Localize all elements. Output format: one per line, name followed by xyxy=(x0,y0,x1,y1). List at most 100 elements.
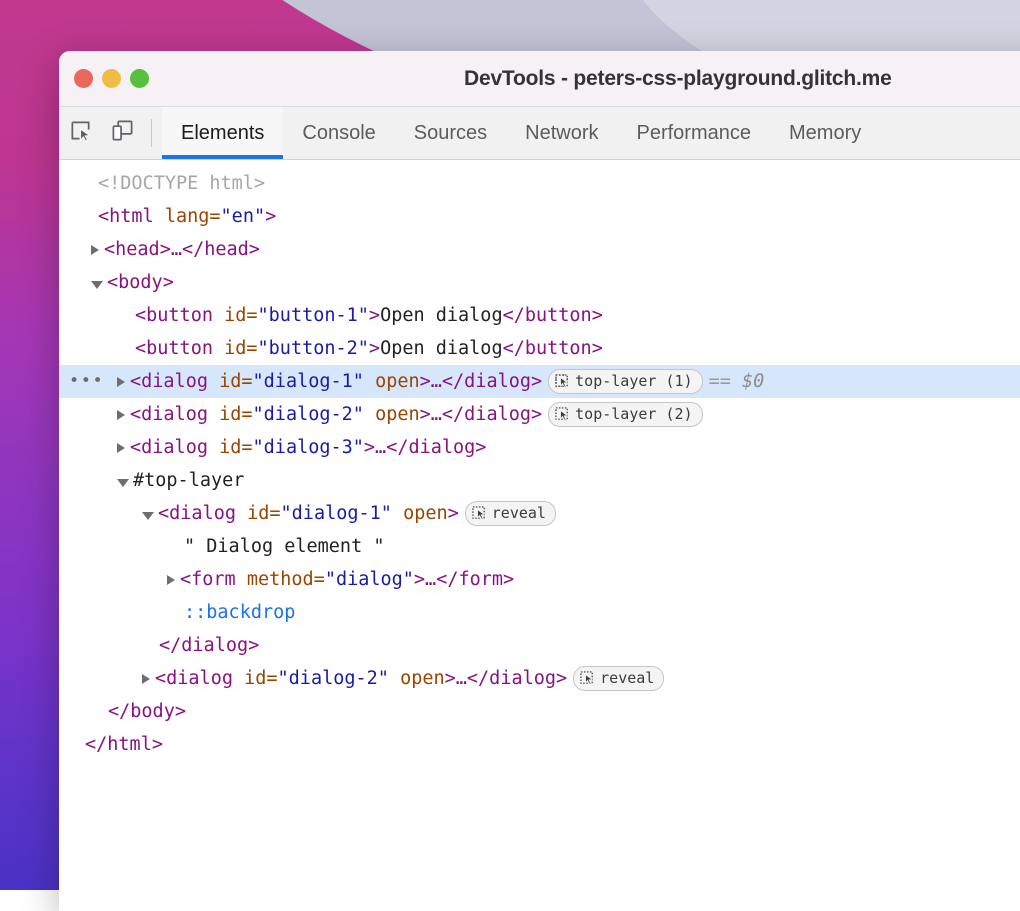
tab-label: Console xyxy=(302,122,375,145)
attr-value: "dialog-1" xyxy=(281,497,392,530)
dom-row-toplayer-dialog-2[interactable]: <dialog id="dialog-2" open>…</dialog> re… xyxy=(59,662,1020,695)
attr-value: "dialog-3" xyxy=(253,431,364,464)
tab-elements[interactable]: Elements xyxy=(162,107,283,159)
top-layer-badge[interactable]: top-layer (1) xyxy=(548,369,702,394)
top-layer-label: #top-layer xyxy=(133,464,244,497)
dom-row-dialog-text[interactable]: " Dialog element " xyxy=(59,530,1020,563)
node-text: Open dialog xyxy=(380,299,503,332)
inspect-element-button[interactable] xyxy=(59,107,101,159)
top-layer-reveal-icon xyxy=(555,374,570,389)
tag-tail: > xyxy=(369,299,380,332)
attr-open: open xyxy=(403,497,448,530)
reveal-badge[interactable]: reveal xyxy=(465,501,556,526)
dom-row-head[interactable]: <head>…</head> xyxy=(59,233,1020,266)
twisty-collapsed-icon[interactable] xyxy=(91,245,99,255)
tag-tail: >…</form> xyxy=(414,563,514,596)
tab-label: Network xyxy=(525,122,598,145)
maximize-window-button[interactable] xyxy=(130,69,149,88)
tab-label: Memory xyxy=(789,122,861,145)
tab-performance[interactable]: Performance xyxy=(618,107,771,159)
devtools-tabstrip: Elements Console Sources Network Perform… xyxy=(59,107,1020,160)
dom-row-html-close[interactable]: </html> xyxy=(59,728,1020,761)
minimize-window-button[interactable] xyxy=(102,69,121,88)
badge-label: reveal xyxy=(492,497,546,530)
dom-row-dialog-3[interactable]: <dialog id="dialog-3">…</dialog> xyxy=(59,431,1020,464)
tag-open: <dialog xyxy=(130,398,208,431)
badge-label: reveal xyxy=(600,662,654,695)
tag-close: </html> xyxy=(85,728,163,761)
attr-name: id xyxy=(219,365,241,398)
dom-row-html-open[interactable]: <html lang="en"> xyxy=(59,200,1020,233)
attr-name: lang xyxy=(165,200,210,233)
tab-label: Sources xyxy=(414,122,487,145)
top-layer-reveal-icon xyxy=(472,506,487,521)
tag-open: <button xyxy=(135,299,213,332)
inspect-element-icon xyxy=(69,119,92,147)
row-context-menu-button[interactable]: ••• xyxy=(69,365,104,398)
tag-tail: >…</dialog> xyxy=(420,365,543,398)
attr-value: "dialog" xyxy=(325,563,414,596)
tag-close: </dialog> xyxy=(159,629,259,662)
twisty-collapsed-icon[interactable] xyxy=(142,674,150,684)
attr-name: id xyxy=(219,398,241,431)
attr-name: id xyxy=(244,662,266,695)
dom-row-body-close[interactable]: </body> xyxy=(59,695,1020,728)
tab-sources[interactable]: Sources xyxy=(395,107,506,159)
dom-row-toplayer-dialog-1[interactable]: <dialog id="dialog-1" open> reveal xyxy=(59,497,1020,530)
tag-open: <dialog xyxy=(130,431,208,464)
dom-row-backdrop[interactable]: ::backdrop xyxy=(59,596,1020,629)
tag-tail: > xyxy=(448,497,459,530)
tag-tail: >…</dialog> xyxy=(420,398,543,431)
twisty-collapsed-icon[interactable] xyxy=(117,443,125,453)
body-text: <body> xyxy=(107,266,174,299)
node-text: Open dialog xyxy=(380,332,503,365)
tab-console[interactable]: Console xyxy=(283,107,394,159)
dom-row-dialog-2[interactable]: <dialog id="dialog-2" open>…</dialog> to… xyxy=(59,398,1020,431)
tag-open: <dialog xyxy=(155,662,233,695)
attr-name: id xyxy=(219,431,241,464)
reveal-badge[interactable]: reveal xyxy=(573,666,664,691)
twisty-collapsed-icon[interactable] xyxy=(117,410,125,420)
twisty-collapsed-icon[interactable] xyxy=(167,575,175,585)
device-toolbar-button[interactable] xyxy=(101,107,143,159)
pseudo-element-label: ::backdrop xyxy=(184,596,295,629)
text-node: " Dialog element " xyxy=(184,530,384,563)
dom-row-body-open[interactable]: <body> xyxy=(59,266,1020,299)
dom-tree[interactable]: <!DOCTYPE html> <html lang="en"> <head>…… xyxy=(59,160,1020,761)
tag-tail: >…</dialog> xyxy=(445,662,568,695)
attr-value: "button-1" xyxy=(258,299,369,332)
attr-open: open xyxy=(400,662,445,695)
tab-memory[interactable]: Memory xyxy=(770,107,880,159)
dom-row-button-2[interactable]: <button id="button-2">Open dialog</butto… xyxy=(59,332,1020,365)
twisty-expanded-icon[interactable] xyxy=(117,479,129,487)
attr-name: method xyxy=(247,563,314,596)
dom-row-top-layer[interactable]: #top-layer xyxy=(59,464,1020,497)
attr-open: open xyxy=(375,365,420,398)
tag-close: </body> xyxy=(108,695,186,728)
dom-row-form[interactable]: <form method="dialog">…</form> xyxy=(59,563,1020,596)
window-titlebar: DevTools - peters-css-playground.glitch.… xyxy=(59,51,1020,107)
tag-tail: > xyxy=(265,200,276,233)
tag-tail: >…</dialog> xyxy=(364,431,487,464)
attr-open: open xyxy=(375,398,420,431)
dom-row-doctype[interactable]: <!DOCTYPE html> xyxy=(59,167,1020,200)
dom-row-dialog-close[interactable]: </dialog> xyxy=(59,629,1020,662)
traffic-light-group xyxy=(74,69,149,88)
device-toolbar-icon xyxy=(111,119,134,147)
close-window-button[interactable] xyxy=(74,69,93,88)
twisty-collapsed-icon[interactable] xyxy=(117,377,125,387)
top-layer-badge[interactable]: top-layer (2) xyxy=(548,402,702,427)
attr-value: "dialog-1" xyxy=(253,365,364,398)
window-title: DevTools - peters-css-playground.glitch.… xyxy=(59,67,1020,91)
attr-value: "dialog-2" xyxy=(278,662,389,695)
tag-tail: > xyxy=(369,332,380,365)
dom-row-button-1[interactable]: <button id="button-1">Open dialog</butto… xyxy=(59,299,1020,332)
attr-name: id xyxy=(224,299,246,332)
devtools-window: DevTools - peters-css-playground.glitch.… xyxy=(59,51,1020,911)
tab-network[interactable]: Network xyxy=(506,107,617,159)
twisty-expanded-icon[interactable] xyxy=(142,512,154,520)
dom-row-dialog-1[interactable]: ••• <dialog id="dialog-1" open>…</dialog… xyxy=(59,365,1020,398)
twisty-expanded-icon[interactable] xyxy=(91,281,103,289)
tab-label: Performance xyxy=(637,122,752,145)
tag-open: <button xyxy=(135,332,213,365)
